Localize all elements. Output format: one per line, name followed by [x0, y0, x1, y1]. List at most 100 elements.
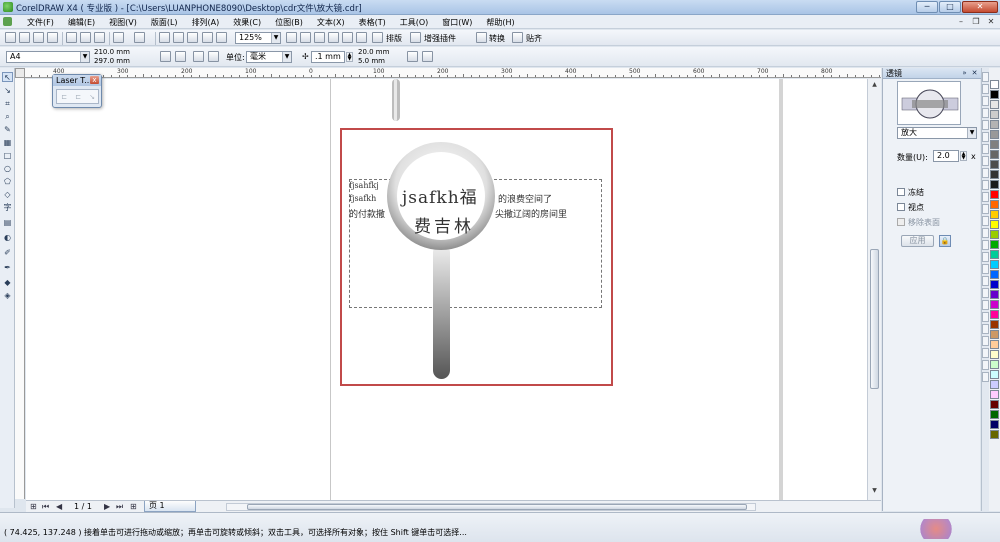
- palette-swatch[interactable]: [990, 410, 999, 419]
- all-pages-icon[interactable]: [193, 51, 204, 62]
- menu-item-3[interactable]: 版面(L): [144, 16, 185, 28]
- ellipse-tool-icon[interactable]: ○: [2, 164, 13, 174]
- menu-item-1[interactable]: 编辑(E): [61, 16, 102, 28]
- docker-tab[interactable]: [982, 156, 989, 166]
- palette-swatch[interactable]: [990, 420, 999, 429]
- menu-item-8[interactable]: 表格(T): [352, 16, 393, 28]
- convert-button[interactable]: 转换: [489, 33, 505, 44]
- close-button[interactable]: ✕: [962, 1, 998, 13]
- fill-tool-icon[interactable]: ◆: [2, 278, 13, 288]
- menu-item-4[interactable]: 排列(A): [185, 16, 227, 28]
- text-line-left-2[interactable]: 的付款撒: [349, 207, 385, 220]
- edit-across-layers-icon[interactable]: [422, 51, 433, 62]
- palette-swatch[interactable]: [990, 310, 999, 319]
- nudge-spinner[interactable]: ▲ ▼: [346, 52, 353, 62]
- duplicate-y-field[interactable]: 5.0 mm: [358, 57, 385, 65]
- chevron-down-icon[interactable]: ▼: [282, 52, 291, 62]
- docker-tab[interactable]: [982, 72, 989, 82]
- corel-connect-icon[interactable]: [342, 32, 353, 43]
- document-icon[interactable]: [3, 17, 12, 26]
- docker-tab[interactable]: [982, 348, 989, 358]
- page-size-select[interactable]: A4 ▼: [6, 51, 90, 63]
- docker-tab[interactable]: [982, 108, 989, 118]
- application-launcher-icon[interactable]: [202, 32, 213, 43]
- chevron-down-icon[interactable]: ▼: [80, 52, 89, 62]
- duplicate-x-field[interactable]: 20.0 mm: [358, 48, 389, 56]
- palette-swatch[interactable]: [990, 180, 999, 189]
- palette-swatch[interactable]: [990, 320, 999, 329]
- docker-tab[interactable]: [982, 372, 989, 382]
- guideline[interactable]: [330, 79, 331, 500]
- save-icon[interactable]: [33, 32, 44, 43]
- doc-close-icon[interactable]: ✕: [985, 16, 997, 27]
- magnifying-glass[interactable]: [381, 139, 501, 384]
- freehand-tool-icon[interactable]: ✎: [2, 125, 13, 135]
- laser-tool-3-icon[interactable]: ↘: [87, 93, 97, 101]
- smart-fill-icon[interactable]: ▦: [2, 138, 13, 148]
- enhance-plugin-icon[interactable]: [410, 32, 421, 43]
- horizontal-scroll-thumb[interactable]: [247, 504, 747, 510]
- minimize-button[interactable]: ─: [916, 1, 938, 13]
- palette-swatch[interactable]: [990, 360, 999, 369]
- palette-swatch[interactable]: [990, 190, 999, 199]
- palette-swatch[interactable]: [990, 400, 999, 409]
- table-tool-icon[interactable]: ▤: [2, 218, 13, 228]
- portrait-icon[interactable]: [160, 51, 171, 62]
- previous-page-icon[interactable]: ◀: [56, 502, 62, 511]
- palette-swatch[interactable]: [990, 300, 999, 309]
- laser-tools-close-icon[interactable]: x: [90, 76, 99, 84]
- docker-tab[interactable]: [982, 168, 989, 178]
- search-content-icon[interactable]: [159, 32, 170, 43]
- vertical-scrollbar[interactable]: ▲ ▼: [867, 79, 881, 500]
- docker-tab[interactable]: [982, 120, 989, 130]
- menu-item-5[interactable]: 效果(C): [226, 16, 268, 28]
- docker-tab[interactable]: [982, 180, 989, 190]
- lens-type-select[interactable]: 放大 ▼: [897, 127, 977, 139]
- docker-tab[interactable]: [982, 288, 989, 298]
- full-screen-icon[interactable]: [328, 32, 339, 43]
- palette-swatch[interactable]: [990, 120, 999, 129]
- text-tool-icon[interactable]: 字: [2, 203, 13, 213]
- amount-spinner[interactable]: ▲ ▼: [960, 151, 967, 161]
- remove-face-checkbox[interactable]: [897, 218, 905, 226]
- palette-swatch[interactable]: [990, 100, 999, 109]
- print-icon[interactable]: [47, 32, 58, 43]
- palette-swatch[interactable]: [990, 110, 999, 119]
- viewpoint-checkbox[interactable]: [897, 203, 905, 211]
- page-height-field[interactable]: 297.0 mm: [94, 57, 130, 65]
- export-icon[interactable]: [187, 32, 198, 43]
- docker-tab[interactable]: [982, 192, 989, 202]
- snap-to-icon[interactable]: [286, 32, 297, 43]
- menu-item-9[interactable]: 工具(O): [393, 16, 436, 28]
- laser-tools-window[interactable]: Laser T... x ⊏ ⊏ ↘: [52, 74, 102, 108]
- enhance-plugin-button[interactable]: 增强插件: [424, 33, 456, 44]
- laser-tool-1-icon[interactable]: ⊏: [59, 93, 69, 101]
- palette-swatch[interactable]: [990, 380, 999, 389]
- palette-swatch[interactable]: [990, 270, 999, 279]
- snap-icon[interactable]: [512, 32, 523, 43]
- palette-swatch[interactable]: [990, 160, 999, 169]
- palette-swatch[interactable]: [990, 210, 999, 219]
- docker-tab[interactable]: [982, 276, 989, 286]
- palette-swatch[interactable]: [990, 280, 999, 289]
- docker-close-icon[interactable]: ✕: [970, 69, 979, 77]
- docker-tab[interactable]: [982, 132, 989, 142]
- text-line-small-1[interactable]: fjsahfkj: [349, 181, 379, 190]
- horizontal-scrollbar[interactable]: [226, 503, 756, 511]
- docker-tab[interactable]: [982, 144, 989, 154]
- last-page-icon[interactable]: ⏭: [116, 502, 123, 512]
- palette-swatch[interactable]: [990, 350, 999, 359]
- docker-tab[interactable]: [982, 240, 989, 250]
- menu-item-7[interactable]: 文本(X): [310, 16, 352, 28]
- palette-swatch[interactable]: [990, 430, 999, 439]
- page-width-field[interactable]: 210.0 mm: [94, 48, 130, 56]
- palette-swatch[interactable]: [990, 150, 999, 159]
- add-page-before-icon[interactable]: ⊞: [30, 502, 37, 511]
- palette-swatch[interactable]: [990, 80, 999, 89]
- undo-icon[interactable]: [113, 32, 124, 43]
- palette-swatch[interactable]: [990, 130, 999, 139]
- convert-icon[interactable]: [476, 32, 487, 43]
- menu-item-11[interactable]: 帮助(H): [479, 16, 521, 28]
- chevron-down-icon[interactable]: ▼: [271, 33, 280, 43]
- text-line-right-2[interactable]: 尖撒辽阔的房间里: [495, 207, 567, 220]
